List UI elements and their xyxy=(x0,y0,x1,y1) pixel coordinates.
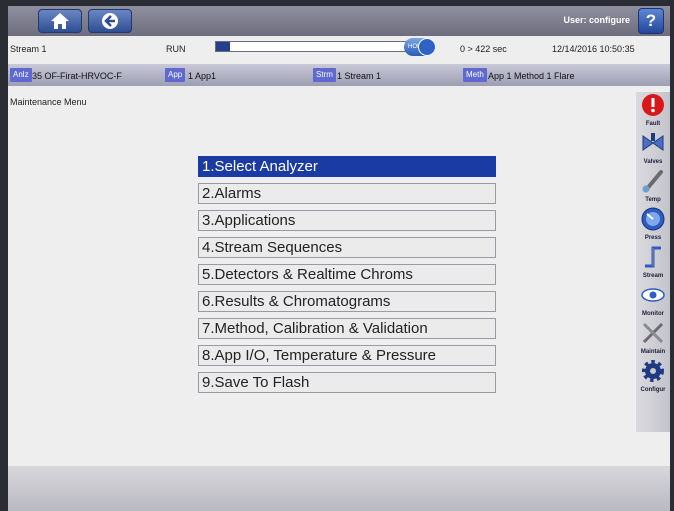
back-arrow-icon xyxy=(102,13,118,29)
back-button[interactable] xyxy=(88,9,132,33)
sidebar-item-fault[interactable]: Fault xyxy=(636,92,670,130)
sidebar-item-valves[interactable]: Valves xyxy=(636,130,670,168)
thermometer-icon xyxy=(642,170,663,193)
meth-value: App 1 Method 1 Flare xyxy=(488,71,575,81)
user-label: User: configure xyxy=(563,15,630,25)
menu-item-alarms[interactable]: 2.Alarms xyxy=(198,183,496,204)
maintenance-menu: 1.Select Analyzer 2.Alarms 3.Application… xyxy=(198,156,496,399)
fault-icon xyxy=(642,94,664,116)
menu-item-applications[interactable]: 3.Applications xyxy=(198,210,496,231)
pause-icon xyxy=(418,38,436,56)
pressure-gauge-icon xyxy=(641,207,665,231)
progress-fill xyxy=(216,42,231,51)
info-row: Anlz 35 OF-Firat-HRVOC-F App 1 App1 Strm… xyxy=(8,64,670,86)
time-readout: 0 > 422 sec xyxy=(460,44,507,54)
monitor-eye-icon xyxy=(641,288,665,302)
sidebar-item-temp[interactable]: Temp xyxy=(636,168,670,206)
sidebar: Fault Valves Temp Press Stream Monitor M… xyxy=(636,92,670,432)
sidebar-label-temp: Temp xyxy=(645,197,661,203)
sidebar-item-stream[interactable]: Stream xyxy=(636,244,670,282)
help-button[interactable]: ? xyxy=(638,8,664,34)
sidebar-label-valves: Valves xyxy=(643,159,663,165)
gear-icon xyxy=(642,360,664,382)
sidebar-label-maintain: Maintain xyxy=(640,349,666,355)
app-tag: App xyxy=(165,68,186,82)
run-progress-bar xyxy=(215,41,423,52)
sidebar-label-configure: Configur xyxy=(640,387,666,393)
strm-tag: Strm xyxy=(313,68,336,82)
sidebar-label-stream: Stream xyxy=(642,273,664,279)
menu-item-stream-sequences[interactable]: 4.Stream Sequences xyxy=(198,237,496,258)
sidebar-label-press: Press xyxy=(644,235,662,241)
sidebar-item-monitor[interactable]: Monitor xyxy=(636,282,670,320)
anlz-tag: Anlz xyxy=(10,68,32,82)
tools-icon xyxy=(642,322,664,344)
title-bar: User: configure ? xyxy=(8,6,670,36)
sidebar-item-press[interactable]: Press xyxy=(636,206,670,244)
home-button[interactable] xyxy=(38,9,82,33)
meth-tag: Meth xyxy=(463,68,487,82)
home-icon xyxy=(51,13,69,29)
screen: User: configure ? Stream 1 RUN 0 > 422 s… xyxy=(8,6,670,511)
menu-item-app-io[interactable]: 8.App I/O, Temperature & Pressure xyxy=(198,345,496,366)
menu-item-select-analyzer[interactable]: 1.Select Analyzer xyxy=(198,156,496,177)
menu-item-results[interactable]: 6.Results & Chromatograms xyxy=(198,291,496,312)
sidebar-label-monitor: Monitor xyxy=(642,311,664,317)
sidebar-label-fault: Fault xyxy=(645,121,661,127)
bottom-bar xyxy=(8,466,670,511)
anlz-value: 35 OF-Firat-HRVOC-F xyxy=(32,71,122,81)
sidebar-item-configure[interactable]: Configur xyxy=(636,358,670,396)
sidebar-item-maintain[interactable]: Maintain xyxy=(636,320,670,358)
menu-item-method-calibration[interactable]: 7.Method, Calibration & Validation xyxy=(198,318,496,339)
run-status: RUN xyxy=(166,44,186,54)
menu-item-detectors[interactable]: 5.Detectors & Realtime Chroms xyxy=(198,264,496,285)
hold-button[interactable]: HOLD xyxy=(404,38,436,56)
valves-icon xyxy=(642,133,664,151)
datetime-readout: 12/14/2016 10:50:35 xyxy=(552,44,635,54)
menu-item-save-to-flash[interactable]: 9.Save To Flash xyxy=(198,372,496,393)
stream-label: Stream 1 xyxy=(10,44,47,54)
strm-value: 1 Stream 1 xyxy=(337,71,382,81)
stream-icon xyxy=(645,246,661,268)
page-title: Maintenance Menu xyxy=(10,97,87,107)
app-value: 1 App1 xyxy=(188,71,217,81)
